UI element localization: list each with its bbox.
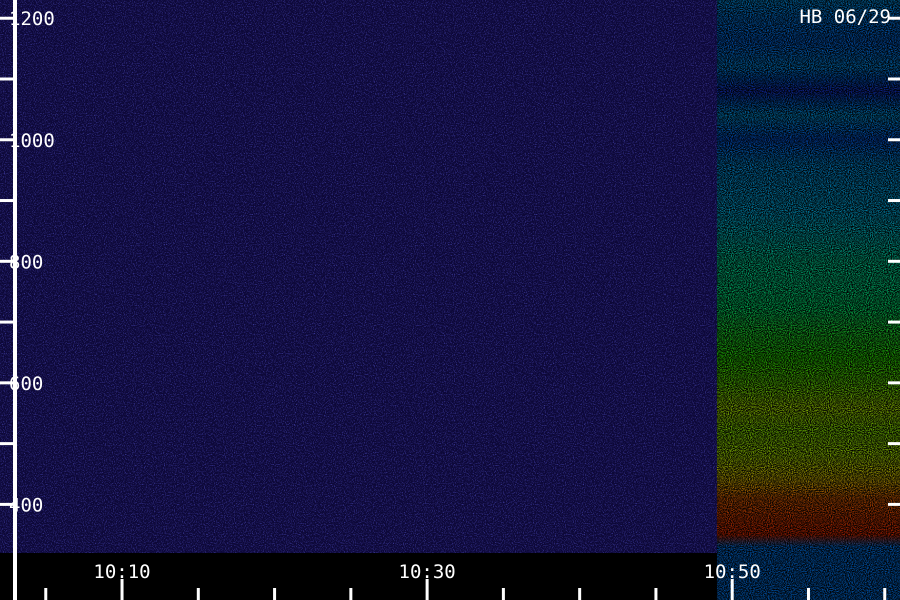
burst-region <box>716 0 900 600</box>
y-tick-right <box>888 502 900 506</box>
x-tick-label: 10:10 <box>93 561 150 583</box>
y-tick-right <box>888 320 900 324</box>
y-tick-right <box>888 77 900 81</box>
y-tick-right <box>888 199 900 203</box>
x-tick <box>501 588 505 600</box>
y-tick-left <box>0 199 13 203</box>
y-tick-label: 800 <box>9 251 43 273</box>
y-tick-label: 1200 <box>9 8 55 30</box>
y-tick-right <box>888 442 900 446</box>
y-tick-label: 600 <box>9 373 43 395</box>
y-tick-label: 400 <box>9 494 43 516</box>
x-tick-label: 10:30 <box>399 561 456 583</box>
x-tick <box>806 588 810 600</box>
y-tick-left <box>0 77 13 81</box>
x-tick-label: 10:50 <box>704 561 761 583</box>
y-tick-left <box>0 442 13 446</box>
y-tick-right <box>888 259 900 263</box>
chart-title: HB 06/29 <box>799 6 891 28</box>
y-tick-left <box>0 320 13 324</box>
y-tick-right <box>888 138 900 142</box>
x-tick <box>883 588 887 600</box>
x-tick <box>578 588 582 600</box>
x-tick <box>273 588 277 600</box>
x-tick <box>196 588 200 600</box>
spectrogram-chart: 400 600 800 1000 1200 10:10 10:30 10:50 HB 06/2… <box>0 0 900 600</box>
x-tick <box>654 588 658 600</box>
x-tick <box>349 588 353 600</box>
y-tick-label: 1000 <box>9 130 55 152</box>
y-tick-right <box>888 381 900 385</box>
x-tick <box>44 588 48 600</box>
quiet-noise <box>0 0 717 553</box>
burst-band <box>716 0 900 600</box>
quiet-region <box>0 0 717 553</box>
